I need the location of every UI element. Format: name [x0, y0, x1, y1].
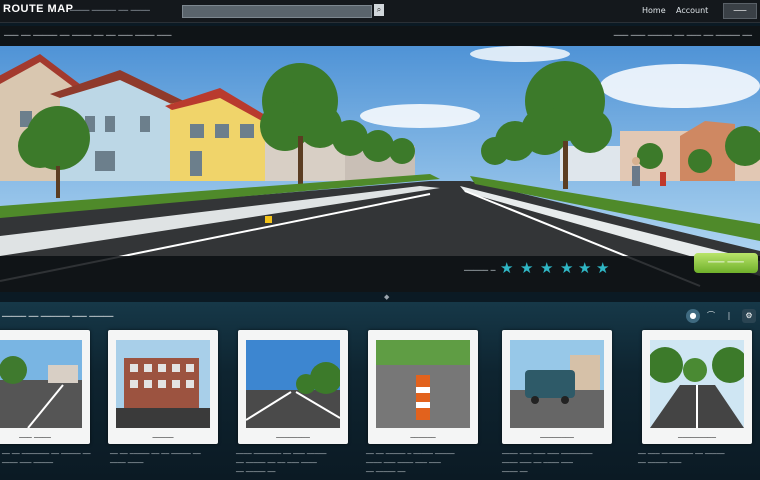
- card-label: ────────: [540, 434, 574, 442]
- go-button[interactable]: ─── ───: [694, 253, 758, 273]
- rating-star-icon[interactable]: ★: [540, 261, 554, 276]
- viewer-controls: [0, 256, 760, 292]
- card-description: ── ── ───── ─ ───── ───── ──── ─── ──── ─…: [366, 450, 455, 476]
- gallery-title: ───── ── ────── ─── ─────: [2, 312, 114, 321]
- breadcrumb-right: ─── ─── ───── ── ─── ── ───── ──: [613, 31, 752, 40]
- card-label: ──────: [410, 434, 436, 442]
- card-label: ─────────: [678, 434, 716, 442]
- link-icon[interactable]: ⌒: [704, 309, 718, 323]
- card-description: ──── ─── ─── ─── ──────── ──── ─── ── ───…: [502, 450, 593, 476]
- nav-link-home[interactable]: Home: [642, 6, 666, 15]
- globe-icon[interactable]: ●: [686, 309, 700, 323]
- rating-star-icon[interactable]: ★: [578, 261, 592, 276]
- pin-icon[interactable]: ❘: [722, 309, 736, 323]
- search-input[interactable]: [182, 5, 372, 18]
- card-label: ────────: [276, 434, 310, 442]
- rating-star-icon[interactable]: ★: [520, 261, 534, 276]
- rating-star-icon[interactable]: ★: [596, 261, 610, 276]
- card-thumbnail: [376, 340, 470, 428]
- menu-button[interactable]: ───: [723, 3, 757, 19]
- card-description: ── ── ─────── ── ───── ── ──── ─── ─────: [2, 450, 91, 467]
- breadcrumb: ─── ── ───── ── ──── ── ── ─── ──── ───: [4, 31, 172, 40]
- gallery-card[interactable]: ─── ────: [0, 330, 90, 444]
- rating-star-icon[interactable]: ★: [500, 261, 514, 276]
- top-nav-text: ──── ───── ── ────: [70, 6, 150, 15]
- gallery-card[interactable]: ────────: [238, 330, 348, 444]
- app-logo[interactable]: ROUTE MAP: [3, 3, 74, 15]
- gallery-card[interactable]: ─────────: [642, 330, 752, 444]
- gallery-card[interactable]: ────────: [502, 330, 612, 444]
- card-thumbnail: [510, 340, 604, 428]
- card-thumbnail: [0, 340, 82, 428]
- card-description: ──── ─────── ── ─── ───── ── ───── ── ── …: [236, 450, 327, 476]
- card-description: ── ─── ──────── ── ───── ── ───── ───: [638, 450, 725, 467]
- card-label: ─── ────: [19, 434, 51, 442]
- card-description: ── ── ───── ── ── ───── ── ──── ────: [110, 450, 201, 467]
- card-label: ─────: [152, 434, 174, 442]
- resize-handle-icon[interactable]: ◆: [384, 293, 389, 301]
- search-icon[interactable]: ⌕: [374, 4, 384, 16]
- card-thumbnail: [116, 340, 210, 428]
- rating-label: ───── ─: [464, 266, 496, 275]
- rating-star-icon[interactable]: ★: [560, 261, 574, 276]
- gallery-card[interactable]: ─────: [108, 330, 218, 444]
- gallery-card[interactable]: ──────: [368, 330, 478, 444]
- nav-link-account[interactable]: Account: [676, 6, 708, 15]
- settings-icon[interactable]: ⚙: [742, 309, 756, 323]
- card-thumbnail: [246, 340, 340, 428]
- card-thumbnail: [650, 340, 744, 428]
